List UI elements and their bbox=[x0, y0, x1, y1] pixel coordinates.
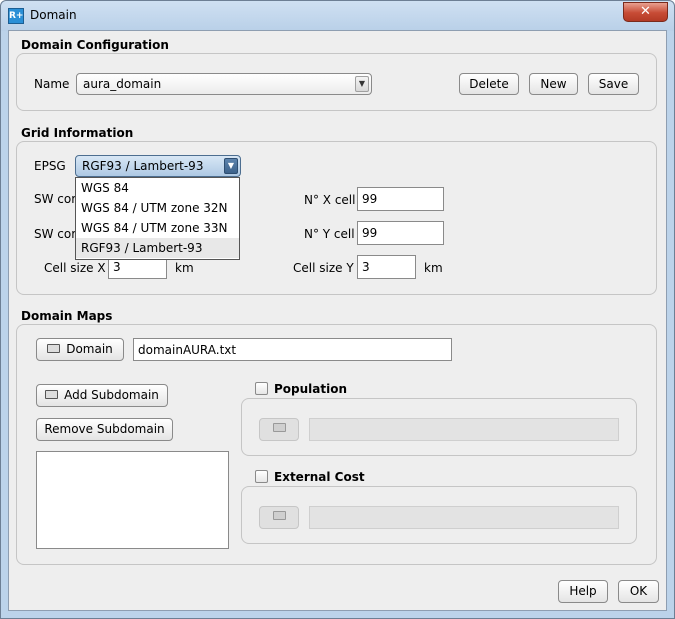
ny-cell-label: N° Y cell bbox=[304, 227, 355, 241]
grid-information-title: Grid Information bbox=[21, 126, 134, 140]
remove-subdomain-button[interactable]: Remove Subdomain bbox=[36, 418, 173, 441]
external-cost-file-button[interactable] bbox=[259, 506, 299, 529]
folder-icon bbox=[47, 344, 61, 353]
external-cost-file-input[interactable] bbox=[309, 506, 619, 529]
name-label: Name bbox=[34, 77, 70, 91]
domain-file-button[interactable]: Domain bbox=[36, 338, 124, 361]
epsg-dropdown-list[interactable]: WGS 84 WGS 84 / UTM zone 32N WGS 84 / UT… bbox=[75, 177, 240, 260]
nx-cell-label: N° X cell bbox=[304, 193, 356, 207]
window-title: Domain bbox=[30, 8, 77, 22]
save-button[interactable]: Save bbox=[588, 73, 639, 95]
population-checkbox[interactable] bbox=[255, 382, 268, 395]
external-cost-checkbox[interactable] bbox=[255, 470, 268, 483]
epsg-combo[interactable]: RGF93 / Lambert-93 ▼ bbox=[75, 155, 241, 177]
external-cost-label: External Cost bbox=[274, 470, 365, 484]
cell-size-y-input[interactable]: 3 bbox=[357, 255, 416, 279]
folder-icon bbox=[45, 390, 59, 399]
sw-corner-x-label: SW cor bbox=[34, 192, 77, 206]
population-file-input[interactable] bbox=[309, 418, 619, 441]
name-combo[interactable]: aura_domain ▼ bbox=[76, 73, 372, 95]
folder-icon bbox=[272, 511, 286, 520]
ny-cell-input[interactable]: 99 bbox=[357, 221, 444, 245]
epsg-option-wgs84[interactable]: WGS 84 bbox=[76, 178, 239, 198]
cell-size-x-unit: km bbox=[175, 261, 194, 275]
population-file-button[interactable] bbox=[259, 418, 299, 441]
cell-size-x-label: Cell size X bbox=[44, 261, 106, 275]
epsg-option-utm32n[interactable]: WGS 84 / UTM zone 32N bbox=[76, 198, 239, 218]
epsg-combo-value: RGF93 / Lambert-93 bbox=[82, 159, 204, 173]
close-button[interactable]: ✕ bbox=[623, 2, 668, 22]
epsg-label: EPSG bbox=[34, 159, 66, 173]
new-button[interactable]: New bbox=[529, 73, 578, 95]
domain-configuration-title: Domain Configuration bbox=[21, 38, 169, 52]
chevron-down-icon[interactable]: ▼ bbox=[355, 76, 369, 92]
epsg-option-lambert93[interactable]: RGF93 / Lambert-93 bbox=[76, 238, 239, 258]
cell-size-y-unit: km bbox=[424, 261, 443, 275]
title-bar[interactable]: R+ Domain ✕ bbox=[1, 1, 674, 31]
domain-button-label: Domain bbox=[66, 342, 113, 356]
ok-button[interactable]: OK bbox=[618, 580, 659, 603]
domain-file-input[interactable]: domainAURA.txt bbox=[133, 338, 452, 361]
domain-maps-title: Domain Maps bbox=[21, 309, 113, 323]
sw-corner-y-label: SW cor bbox=[34, 227, 77, 241]
nx-cell-input[interactable]: 99 bbox=[357, 187, 444, 211]
chevron-down-icon[interactable]: ▼ bbox=[224, 158, 238, 174]
add-subdomain-button[interactable]: Add Subdomain bbox=[36, 384, 168, 407]
help-button[interactable]: Help bbox=[558, 580, 608, 603]
population-label: Population bbox=[274, 382, 348, 396]
cell-size-y-label: Cell size Y bbox=[293, 261, 354, 275]
app-icon: R+ bbox=[8, 8, 24, 24]
add-subdomain-label: Add Subdomain bbox=[64, 388, 159, 402]
subdomain-list[interactable] bbox=[36, 451, 229, 549]
folder-icon bbox=[272, 423, 286, 432]
epsg-option-utm33n[interactable]: WGS 84 / UTM zone 33N bbox=[76, 218, 239, 238]
name-combo-value: aura_domain bbox=[83, 77, 162, 91]
delete-button[interactable]: Delete bbox=[459, 73, 519, 95]
